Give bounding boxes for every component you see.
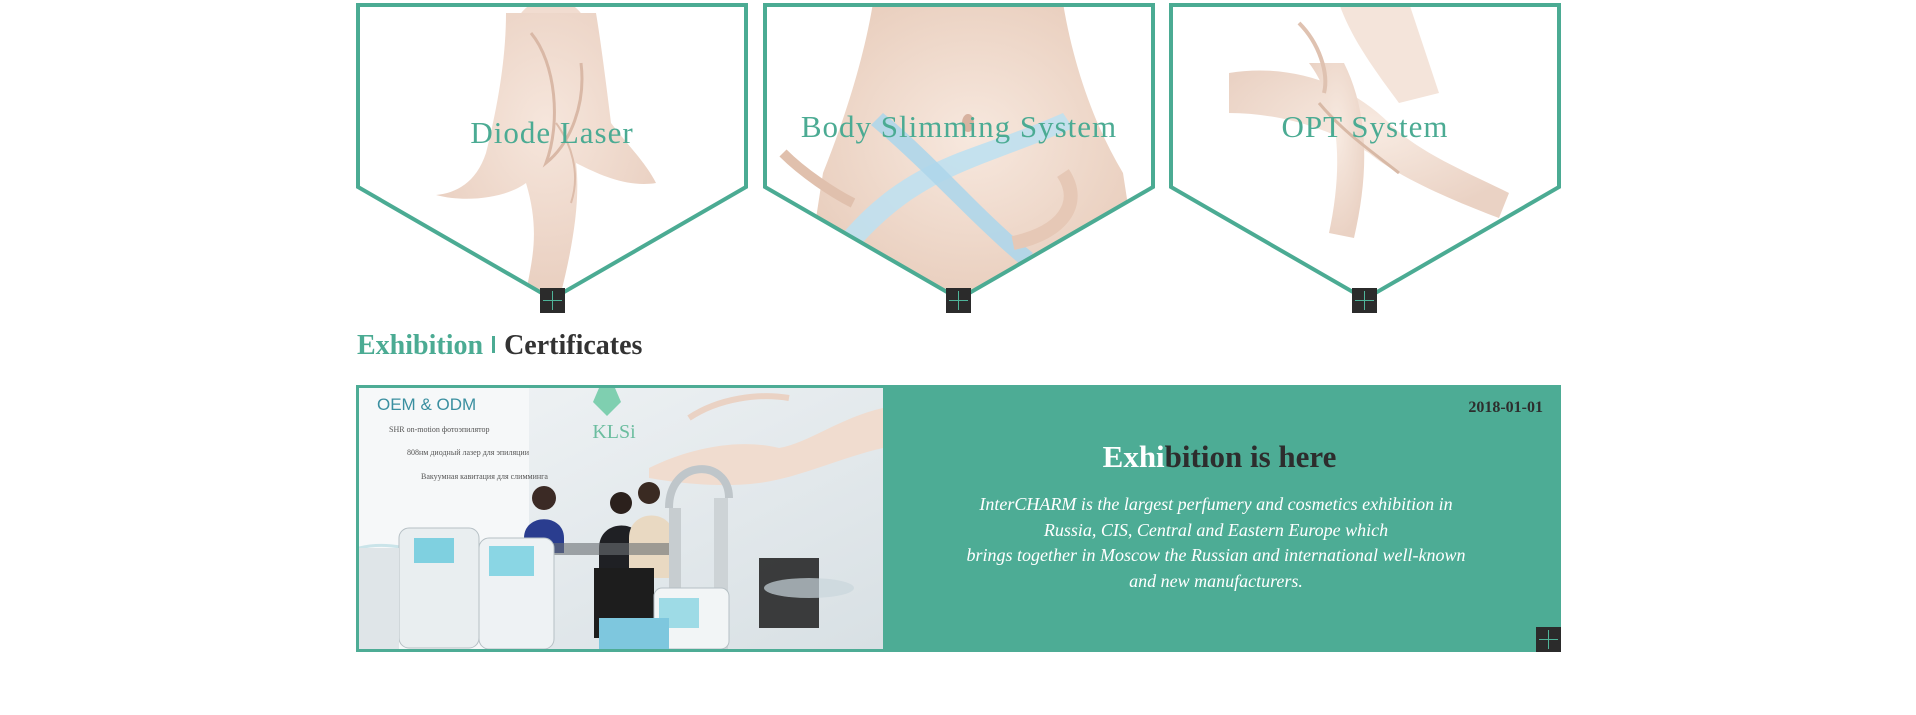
tab-separator: [492, 336, 496, 353]
news-description-line: InterCHARM is the largest perfumery and …: [979, 494, 1453, 514]
news-description-line: Russia, CIS, Central and Eastern Europe …: [1043, 519, 1389, 540]
card-frame: [763, 3, 1155, 302]
exhibition-photo-image: KLSi OEM & ODM SHR on-motion фотоэпилято…: [359, 388, 883, 649]
plus-icon[interactable]: [946, 288, 971, 313]
plus-icon[interactable]: [1536, 627, 1561, 652]
card-frame: [1169, 3, 1561, 302]
page-content: Diode Laser Body Slimming System OPT Sys…: [356, 0, 1561, 715]
plus-icon[interactable]: [1352, 288, 1377, 313]
news-headline[interactable]: Exhibition is here: [883, 439, 1556, 475]
photo-sign-title: OEM & ODM: [377, 395, 476, 414]
section-tabs: Exhibition Certificates: [357, 330, 642, 362]
tab-certificates[interactable]: Certificates: [504, 330, 642, 361]
product-card-opt-system[interactable]: OPT System: [1169, 3, 1561, 313]
exhibition-photo[interactable]: KLSi OEM & ODM SHR on-motion фотоэпилято…: [359, 388, 883, 649]
photo-sign-line: 808нм диодный лазер для эпиляции: [407, 448, 530, 457]
news-headline-highlight: Exhi: [1102, 439, 1165, 474]
product-title: Body Slimming System: [800, 109, 1118, 144]
product-title: OPT System: [1281, 109, 1449, 144]
photo-sign-line: SHR on-motion фотоэпилятор: [389, 425, 490, 434]
product-card-body-slimming[interactable]: Body Slimming System: [763, 3, 1155, 313]
photo-sign-line: Вакуумная кавитация для слимминга: [421, 472, 548, 481]
tab-exhibition[interactable]: Exhibition: [357, 330, 483, 361]
news-headline-rest: bition is here: [1164, 439, 1337, 474]
product-title: Diode Laser: [470, 115, 634, 150]
product-card-diode-laser[interactable]: Diode Laser: [356, 3, 748, 313]
plus-icon[interactable]: [540, 288, 565, 313]
news-description-line: and new manufacturers.: [1129, 570, 1303, 591]
card-frame: [356, 3, 748, 302]
exhibition-news-card[interactable]: KLSi OEM & ODM SHR on-motion фотоэпилято…: [356, 385, 1561, 652]
photo-brand: KLSi: [592, 421, 636, 443]
news-description: InterCHARM is the largest perfumery and …: [931, 492, 1501, 594]
news-date: 2018-01-01: [1468, 399, 1543, 416]
news-description-line: brings together in Moscow the Russian an…: [966, 545, 1466, 565]
